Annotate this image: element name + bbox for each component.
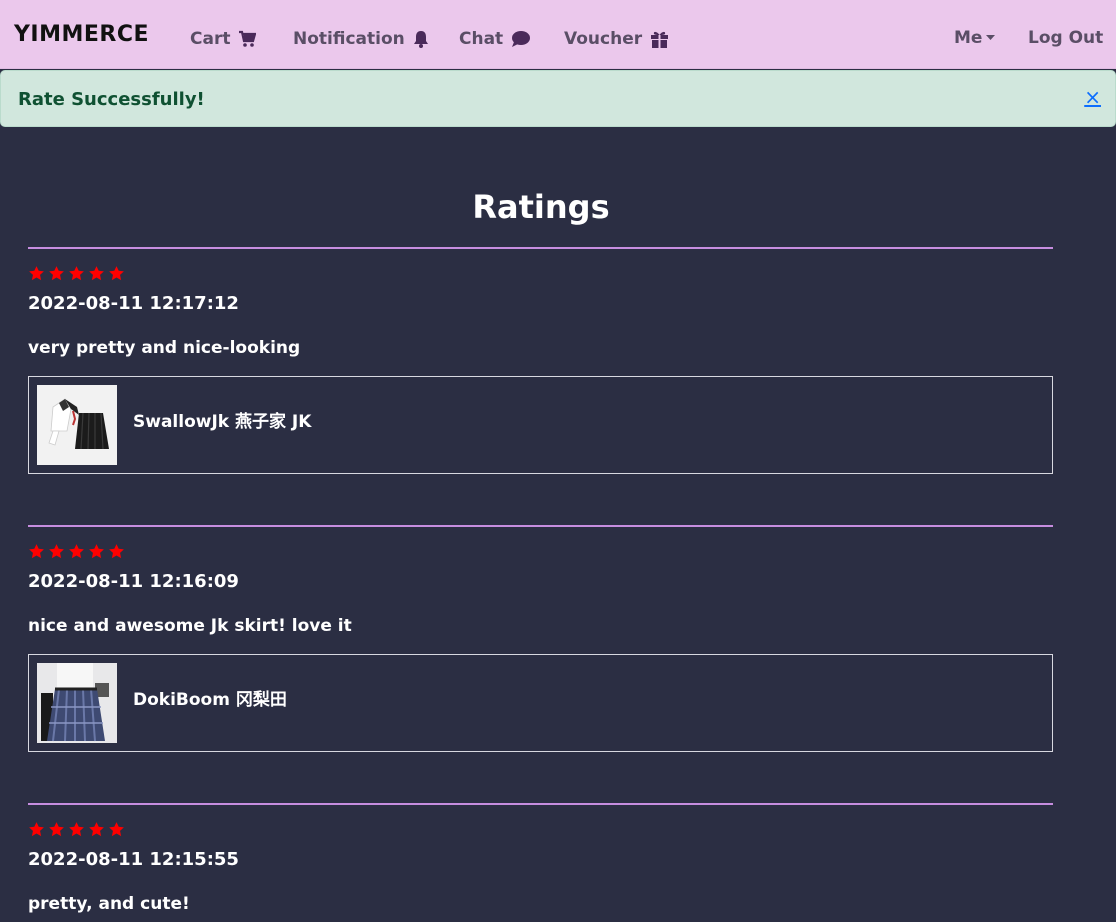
gift-icon	[651, 31, 669, 48]
rating-date: 2022-08-11 12:16:09	[28, 571, 239, 592]
nav-chat-label: Chat	[459, 29, 504, 49]
star-icon	[89, 544, 104, 559]
star-icon	[109, 822, 124, 837]
cart-icon	[239, 30, 257, 47]
star-icon	[89, 266, 104, 281]
rating-comment: nice and awesome Jk skirt! love it	[28, 616, 352, 636]
success-alert: Rate Successfully! ×	[0, 70, 1116, 127]
logout-link[interactable]: Log Out	[1028, 28, 1103, 48]
nav-voucher-label: Voucher	[564, 29, 643, 49]
product-card[interactable]: DokiBoom 冈梨田	[28, 654, 1053, 752]
rating-date: 2022-08-11 12:17:12	[28, 293, 239, 314]
star-icon	[109, 266, 124, 281]
product-thumbnail	[37, 663, 117, 743]
nav-cart[interactable]: Cart	[190, 29, 257, 49]
rating-divider	[28, 525, 1053, 527]
rating-divider	[28, 803, 1053, 805]
star-icon	[109, 544, 124, 559]
star-icon	[69, 266, 84, 281]
rating-item: 2022-08-11 12:16:09 nice and awesome Jk …	[28, 525, 1053, 752]
star-icon	[29, 822, 44, 837]
me-dropdown[interactable]: Me	[954, 28, 996, 48]
product-name[interactable]: DokiBoom 冈梨田	[133, 685, 287, 710]
product-card[interactable]: SwallowJk 燕子家 JK	[28, 376, 1053, 474]
alert-close-button[interactable]: ×	[1084, 85, 1101, 109]
star-icon	[69, 544, 84, 559]
navbar: YIMMERCE Cart Notification Chat Voucher	[0, 0, 1116, 69]
nav-notification-label: Notification	[293, 29, 405, 49]
me-dropdown-label: Me	[954, 28, 983, 48]
star-icon	[29, 266, 44, 281]
chat-bubble-icon	[512, 31, 531, 47]
plaid-skirt-image	[37, 663, 117, 743]
nav-cart-label: Cart	[190, 29, 231, 49]
rating-item: 2022-08-11 12:15:55 pretty, and cute!	[28, 803, 1053, 914]
rating-comment: pretty, and cute!	[28, 894, 190, 914]
star-icon	[49, 822, 64, 837]
nav-chat[interactable]: Chat	[459, 29, 531, 49]
star-rating	[28, 265, 1053, 283]
rating-item: 2022-08-11 12:17:12 very pretty and nice…	[28, 247, 1053, 474]
star-icon	[89, 822, 104, 837]
caret-down-icon	[986, 35, 996, 40]
sailor-uniform-image	[37, 385, 117, 465]
logout-label: Log Out	[1028, 28, 1104, 48]
product-thumbnail	[37, 385, 117, 465]
rating-divider	[28, 247, 1053, 249]
bell-icon	[413, 31, 428, 48]
nav-voucher[interactable]: Voucher	[564, 29, 669, 49]
star-icon	[69, 822, 84, 837]
alert-message: Rate Successfully!	[18, 89, 205, 110]
star-rating	[28, 821, 1053, 839]
rating-comment: very pretty and nice-looking	[28, 338, 301, 358]
star-icon	[29, 544, 44, 559]
star-icon	[49, 544, 64, 559]
brand-logo[interactable]: YIMMERCE	[14, 22, 149, 47]
page-title: Ratings	[472, 188, 610, 226]
star-icon	[49, 266, 64, 281]
star-rating	[28, 543, 1053, 561]
rating-date: 2022-08-11 12:15:55	[28, 849, 239, 870]
nav-notification[interactable]: Notification	[293, 29, 429, 49]
product-name[interactable]: SwallowJk 燕子家 JK	[133, 407, 311, 432]
